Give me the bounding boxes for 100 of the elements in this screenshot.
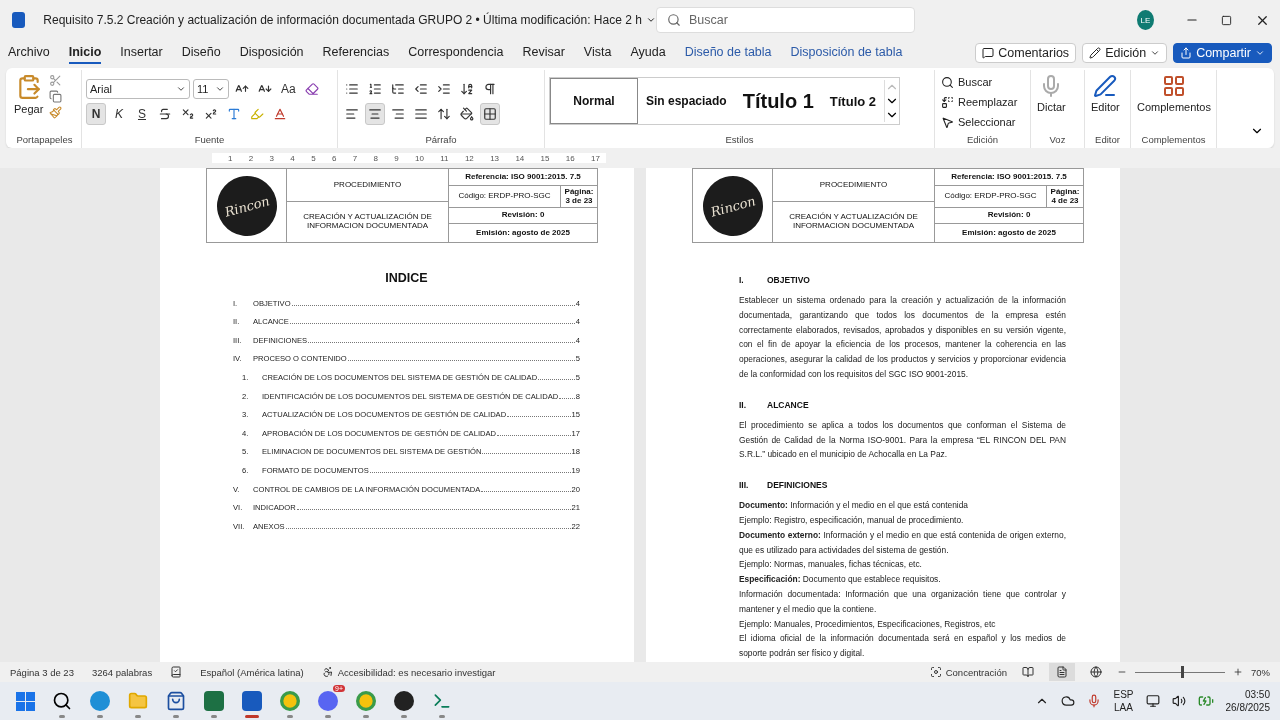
numbered-list-icon	[368, 82, 382, 96]
zoom-in-icon	[1233, 667, 1243, 677]
font-style-button[interactable]: K	[109, 103, 129, 125]
cut-icon	[49, 74, 63, 87]
dictate-button[interactable]: Dictar	[1035, 70, 1068, 117]
change-case-button[interactable]: Aa	[278, 78, 299, 100]
index-heading: INDICE	[384, 271, 429, 285]
group-label: Portapapeles	[15, 134, 74, 147]
folder-icon	[128, 691, 148, 711]
word-count: 3264 palabras	[91, 666, 153, 678]
paragraph: Ejemplo: Normas, manuales, fichas técnicas, etc.	[739, 558, 923, 572]
replace-icon	[941, 95, 954, 109]
search-icon	[666, 13, 681, 27]
group-label: Párrafo	[424, 134, 458, 147]
ribbon-tab[interactable]: Revisar	[522, 42, 565, 64]
page-icon	[1056, 666, 1068, 678]
font-style-button[interactable]: S	[132, 103, 152, 125]
paragraph: Documento: Información y el medio en el que está contenida	[739, 499, 970, 513]
section-heading: ALCANCE	[767, 399, 809, 410]
section-heading: DEFINICIONES	[767, 480, 828, 491]
ribbon-tab[interactable]: Inicio	[68, 42, 102, 64]
pencil-icon	[1089, 47, 1102, 59]
caret-icon	[176, 84, 186, 94]
input-language[interactable]: ESP LAA	[1113, 688, 1134, 714]
reference-text: Referencia: ISO 9001:2015. 7.5	[951, 172, 1067, 182]
ruler-number: 12	[464, 153, 474, 163]
search-field[interactable]: Buscar	[655, 7, 916, 33]
group-label: Voz	[1048, 134, 1067, 147]
word-app-icon	[12, 12, 26, 28]
revision-text: Revisión: 0	[501, 211, 545, 220]
microphone-icon	[1087, 694, 1102, 708]
font-family-dropdown[interactable]: Arial	[86, 79, 190, 99]
pilcrow-icon	[483, 82, 497, 96]
ribbon-tab[interactable]: Referencias	[322, 42, 390, 64]
ruler-number: 10	[415, 153, 424, 163]
comment-icon	[982, 47, 995, 59]
zoom-slider-thumb[interactable]	[1180, 666, 1184, 678]
page-number-text: Página: 3 de 23	[564, 187, 594, 206]
brush-icon	[49, 106, 63, 119]
paste-button[interactable]: Pegar	[12, 70, 46, 119]
proofing-icon	[170, 666, 183, 678]
code-text: Código: ERDP-PRO-SGC	[458, 192, 551, 201]
start-icon[interactable]	[16, 691, 35, 711]
document-title-bar-text: Requisito 7.5.2 Creación y actualización de información documentada GRUPO 2 • Última modificación: Hace 2 h	[43, 13, 642, 27]
ribbon-tab[interactable]: Correspondencia	[408, 42, 504, 64]
ruler-number: 16	[565, 153, 575, 163]
editing-command[interactable]: Seleccionar	[939, 112, 1020, 132]
document-type: PROCEDIMIENTO	[333, 180, 402, 190]
section-number: III.	[739, 480, 750, 491]
ruler-number: 1	[228, 153, 233, 163]
section-heading: OBJETIVO	[767, 275, 810, 285]
text-effects-icon	[227, 107, 241, 121]
style-option[interactable]: Normal	[550, 78, 638, 124]
browser-icon	[356, 691, 376, 711]
comments-button[interactable]: Comentarios	[975, 43, 1077, 63]
share-icon	[1180, 47, 1193, 59]
ruler-number: 9	[394, 153, 399, 163]
add-ins-button[interactable]: Complementos	[1135, 70, 1213, 117]
ribbon-tab[interactable]: Diseño de tabla	[684, 42, 772, 64]
editing-command[interactable]: Buscar	[939, 72, 1020, 92]
grid-icon	[1162, 74, 1186, 98]
editing-mode-button[interactable]: Edición	[1082, 43, 1168, 63]
browser-icon	[90, 691, 110, 711]
paragraph: Establecer un sistema ordenado para la creación y actualización de la información documentada, garantizando que todos los documentos de la empresa estén correctamente elaborados, revisados, aprobados y disponibles en su versión vigente, con el fin de apoyar la eficiencia de los procesos, mantener la coherencia en las operaciones, asegurar la calidad de los productos y servicios y proporcionar evidencia de la conformidad con los requisitos del SGC ISO 9001-2015.	[739, 294, 1066, 381]
align-button[interactable]	[365, 103, 385, 125]
caret-icon	[1255, 48, 1265, 58]
browser-icon	[280, 691, 300, 711]
paragraph: Ejemplo: Manuales, Procedimientos, Especificaciones, Registros, etc	[739, 617, 997, 631]
ribbon-tab[interactable]: Archivo	[8, 42, 50, 64]
paragraph: El idioma oficial de la información documentada será en español y los medios de soporte podrán ser físico y digital.	[739, 632, 1066, 661]
editor-button[interactable]: Editor	[1089, 70, 1122, 117]
issue-date-text: Emisión: agosto de 2025	[476, 228, 570, 238]
clock[interactable]: 03:50 26/8/2025	[1225, 688, 1270, 714]
subscript-icon	[181, 107, 195, 121]
paragraph: Especificación: Documento que establece requisitos.	[739, 573, 942, 587]
ribbon-tab[interactable]: Disposición	[239, 42, 304, 64]
pen-icon	[1093, 74, 1118, 98]
page-number-text: Página: 4 de 23	[1050, 187, 1080, 206]
decrease-indent-icon	[414, 82, 428, 96]
share-button[interactable]: Compartir	[1173, 43, 1272, 63]
ruler-number: 17	[591, 153, 600, 163]
view-mode-button[interactable]	[1049, 663, 1075, 681]
ribbon-tab[interactable]: Diseño	[181, 42, 221, 64]
font-style-button[interactable]: N	[86, 103, 106, 125]
user-avatar[interactable]: LE	[1137, 10, 1154, 30]
ruler-number: 7	[352, 153, 358, 163]
focus-icon	[929, 666, 942, 678]
editing-command[interactable]: Reemplazar	[939, 92, 1020, 112]
borders-button[interactable]	[480, 103, 500, 125]
multilevel-list-icon	[391, 82, 405, 96]
ruler-number: 5	[311, 153, 316, 163]
ribbon-tab[interactable]: Disposición de tabla	[790, 42, 903, 64]
ribbon-tab[interactable]: Insertar	[120, 42, 163, 64]
display-icon	[1145, 694, 1160, 708]
font-size-dropdown[interactable]: 11	[193, 79, 229, 99]
ribbon-tab[interactable]: Ayuda	[630, 42, 666, 64]
ribbon-tab[interactable]: Vista	[583, 42, 612, 64]
document-title: CREACIÓN Y ACTUALIZACIÓN DE INFORMACION DOCUMENTADA	[302, 213, 433, 231]
ruler-number: 11	[440, 153, 449, 163]
volume-icon	[1171, 694, 1186, 708]
